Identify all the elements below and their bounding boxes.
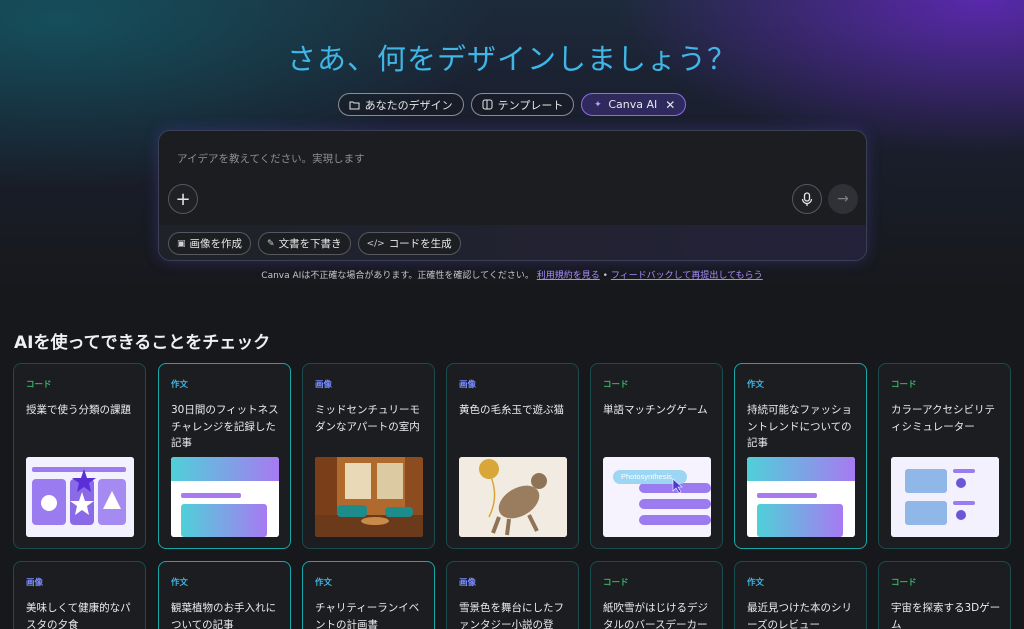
example-card[interactable]: 作文 チャリティーランイベントの計画書 xyxy=(302,561,435,629)
thumbnail-label: Photosynthesis xyxy=(621,472,672,481)
microphone-icon xyxy=(801,191,813,206)
card-tag: コード xyxy=(603,578,629,588)
generate-code-chip[interactable]: </> コードを生成 xyxy=(357,232,461,255)
section-title: AIを使ってできることをチェック xyxy=(14,333,271,353)
tab-canva-ai[interactable]: ✦ Canva AI ✕ xyxy=(581,93,687,116)
draft-doc-chip[interactable]: ✎ 文書を下書き xyxy=(258,232,351,255)
card-tag: 画像 xyxy=(315,380,333,390)
code-icon: </> xyxy=(366,238,385,249)
card-tag: コード xyxy=(26,380,52,390)
card-thumbnail: Photosynthesis xyxy=(603,457,711,537)
example-card[interactable]: 作文 30日間のフィットネスチャレンジを記録した記事 xyxy=(158,363,291,549)
mode-tabs: あなたのデザイン テンプレート ✦ Canva AI ✕ xyxy=(0,93,1024,116)
card-thumbnail xyxy=(171,457,279,537)
card-title: カラーアクセシビリティシミュレーター xyxy=(891,404,996,433)
example-card[interactable]: コード 授業で使う分類の課題 xyxy=(13,363,146,549)
prompt-actions: ▣ 画像を作成 ✎ 文書を下書き </> コードを生成 xyxy=(159,225,866,260)
tab-your-designs[interactable]: あなたのデザイン xyxy=(337,93,464,116)
page-headline: さあ、何をデザインしましょう？ xyxy=(286,42,737,76)
example-card[interactable]: 画像 黄色の毛糸玉で遊ぶ猫 xyxy=(446,363,579,549)
create-image-chip[interactable]: ▣ 画像を作成 xyxy=(168,232,252,255)
card-tag: コード xyxy=(603,380,629,390)
example-card[interactable]: コード 紙吹雪がはじけるデジタルのバースデーカー xyxy=(590,561,723,629)
card-title: 雪景色を舞台にしたファンタジー小説の登 xyxy=(459,602,564,629)
ai-spark-icon: ✦ xyxy=(594,99,602,110)
card-thumbnail xyxy=(747,457,855,537)
card-title: 美味しくて健康的なパスタの夕食 xyxy=(26,602,131,629)
example-card[interactable]: 画像 雪景色を舞台にしたファンタジー小説の登 xyxy=(446,561,579,629)
ai-disclaimer: Canva AIは不正確な場合があります。正確性を確認してください。 利用規約を… xyxy=(0,268,1024,281)
example-card[interactable]: コード カラーアクセシビリティシミュレーター xyxy=(878,363,1011,549)
card-tag: 画像 xyxy=(459,380,477,390)
tab-label: テンプレート xyxy=(497,98,564,112)
terms-link[interactable]: 利用規約を見る xyxy=(537,271,600,281)
example-card[interactable]: 画像 美味しくて健康的なパスタの夕食 xyxy=(13,561,146,629)
card-tag: 作文 xyxy=(171,578,189,588)
example-card[interactable]: 作文 観葉植物のお手入れについての記事 xyxy=(158,561,291,629)
send-button[interactable]: → xyxy=(828,184,858,214)
separator: • xyxy=(602,271,608,281)
card-title: 持続可能なファッショントレンドについての記事 xyxy=(747,404,852,449)
example-card[interactable]: 作文 持続可能なファッショントレンドについての記事 xyxy=(734,363,867,549)
example-card[interactable]: 作文 最近見つけた本のシリーズのレビュー xyxy=(734,561,867,629)
chip-label: 画像を作成 xyxy=(189,238,243,250)
prompt-input[interactable]: アイデアを教えてください。実現します xyxy=(177,151,365,166)
add-button[interactable]: + xyxy=(168,184,198,214)
card-title: 黄色の毛糸玉で遊ぶ猫 xyxy=(459,404,564,416)
card-tag: 作文 xyxy=(171,380,189,390)
template-icon xyxy=(482,99,493,110)
chip-label: 文書を下書き xyxy=(278,238,342,250)
card-title: 授業で使う分類の課題 xyxy=(26,404,131,416)
image-icon: ▣ xyxy=(177,238,186,249)
chip-label: コードを生成 xyxy=(388,238,452,250)
card-thumbnail xyxy=(26,457,134,537)
pen-icon: ✎ xyxy=(267,238,275,249)
card-tag: 作文 xyxy=(747,578,765,588)
card-tag: 画像 xyxy=(459,578,477,588)
tab-label: Canva AI xyxy=(608,98,658,111)
disclaimer-text: Canva AIは不正確な場合があります。正確性を確認してください。 xyxy=(261,271,534,281)
close-icon[interactable]: ✕ xyxy=(665,98,675,112)
tab-label: あなたのデザイン xyxy=(364,98,453,112)
ai-prompt-box: アイデアを教えてください。実現します + → ▣ 画像を作成 ✎ 文書を下書き … xyxy=(158,130,867,261)
card-tag: コード xyxy=(891,380,917,390)
example-card[interactable]: コード 単語マッチングゲーム Photosynthesis xyxy=(590,363,723,549)
card-thumbnail xyxy=(891,457,999,537)
card-title: 最近見つけた本のシリーズのレビュー xyxy=(747,602,852,629)
microphone-button[interactable] xyxy=(792,184,822,214)
card-title: 観葉植物のお手入れについての記事 xyxy=(171,602,276,629)
card-title: ミッドセンチュリーモダンなアパートの室内 xyxy=(315,404,420,433)
card-title: チャリティーランイベントの計画書 xyxy=(315,602,420,629)
card-title: 紙吹雪がはじけるデジタルのバースデーカー xyxy=(603,602,708,629)
tab-templates[interactable]: テンプレート xyxy=(470,93,575,116)
card-title: 30日間のフィットネスチャレンジを記録した記事 xyxy=(171,404,279,449)
card-tag: 作文 xyxy=(747,380,765,390)
card-title: 単語マッチングゲーム xyxy=(603,404,708,416)
example-card[interactable]: コード 宇宙を探索する3Dゲーム xyxy=(878,561,1011,629)
card-thumbnail xyxy=(459,457,567,537)
example-card[interactable]: 画像 ミッドセンチュリーモダンなアパートの室内 xyxy=(302,363,435,549)
folder-icon xyxy=(349,99,360,110)
card-title: 宇宙を探索する3Dゲーム xyxy=(891,602,1001,629)
card-tag: コード xyxy=(891,578,917,588)
card-thumbnail xyxy=(315,457,423,537)
card-tag: 画像 xyxy=(26,578,44,588)
card-tag: 作文 xyxy=(315,578,333,588)
feedback-link[interactable]: フィードバックして再提出してもらう xyxy=(611,271,763,281)
